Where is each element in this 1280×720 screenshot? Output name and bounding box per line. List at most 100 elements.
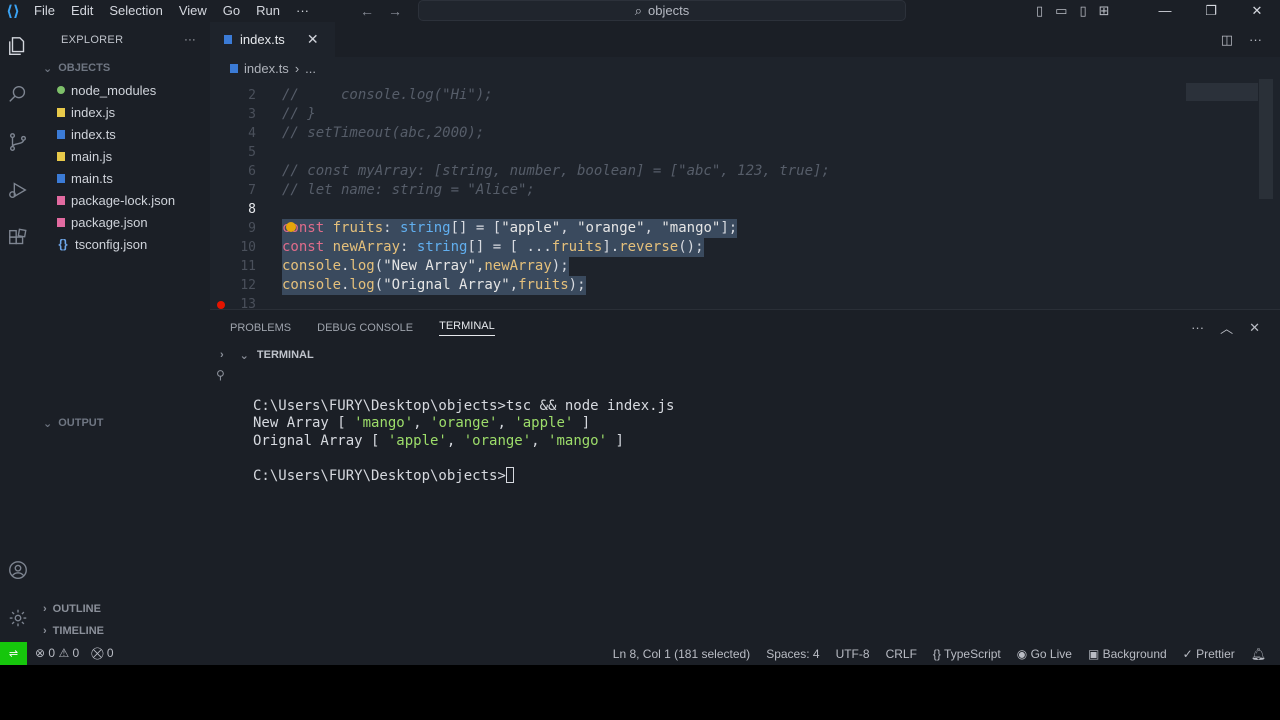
- line-number: 3: [248, 107, 256, 122]
- end-of-line[interactable]: CRLF: [886, 647, 917, 661]
- file-label: main.ts: [71, 170, 113, 186]
- prettier[interactable]: ✓ Prettier: [1183, 647, 1235, 661]
- breadcrumb-file[interactable]: index.ts: [244, 61, 289, 76]
- back-arrow-icon[interactable]: ←: [360, 0, 374, 22]
- toggle-sidebar-icon[interactable]: ▯: [1036, 0, 1043, 22]
- folder-header[interactable]: ⌄ OBJECTS: [35, 57, 210, 79]
- terminal-string: 'orange': [430, 415, 498, 432]
- background-extension[interactable]: ▣ Background: [1088, 647, 1167, 661]
- search-view-icon[interactable]: [0, 70, 35, 118]
- editor-more-icon[interactable]: ···: [1249, 22, 1262, 57]
- file-label: package-lock.json: [71, 192, 176, 208]
- minimize-icon[interactable]: —: [1142, 0, 1188, 22]
- errors-status[interactable]: ⊗ 0 ⚠ 0: [35, 646, 79, 661]
- errors-count: 0: [48, 646, 56, 660]
- terminal-label: TERMINAL: [256, 349, 314, 361]
- file-item[interactable]: {} tsconfig.json: [35, 233, 210, 255]
- toggle-secondary-sidebar-icon[interactable]: ▯: [1079, 0, 1086, 22]
- terminal-new-array-line: New Array [ 'mango', 'orange', 'apple' ]: [253, 415, 591, 432]
- forward-arrow-icon[interactable]: →: [388, 0, 402, 22]
- menu-run[interactable]: Run: [248, 0, 288, 22]
- run-debug-icon[interactable]: [0, 166, 35, 214]
- ts-file-icon: [224, 35, 232, 44]
- breadcrumb-more[interactable]: ...: [305, 61, 316, 76]
- notifications-bell-icon[interactable]: 🔔︎: [1251, 647, 1266, 661]
- terminal-string: 'orange': [463, 432, 532, 449]
- close-window-icon[interactable]: ✕: [1234, 0, 1280, 22]
- timeline-section-header[interactable]: › TIMELINE: [35, 620, 210, 642]
- ts-file-icon: [230, 63, 238, 73]
- close-tab-icon[interactable]: ✕: [307, 31, 319, 48]
- file-item[interactable]: package-lock.json: [35, 189, 210, 211]
- double-check-icon: ✓: [1182, 646, 1193, 661]
- terminal-output[interactable]: C:\Users\FURY\Desktop\objects>tsc && nod…: [253, 398, 674, 485]
- line-number: 12: [240, 278, 256, 293]
- file-item[interactable]: package.json: [35, 211, 210, 233]
- extensions-icon[interactable]: [0, 214, 35, 262]
- lightbulb-icon[interactable]: [286, 222, 296, 232]
- terminal-section-header[interactable]: › ⌄ TERMINAL: [220, 345, 314, 365]
- restore-icon[interactable]: ❐: [1188, 0, 1234, 22]
- menu-edit[interactable]: Edit: [63, 0, 101, 22]
- line-number: 2: [248, 88, 256, 103]
- minimap[interactable]: [1186, 83, 1258, 101]
- terminal-pin-icon[interactable]: ⚲: [216, 368, 225, 382]
- outline-section-header[interactable]: › OUTLINE: [35, 598, 210, 620]
- file-item[interactable]: index.ts: [35, 123, 210, 145]
- terminal-cursor: [505, 467, 514, 484]
- line-number: 11: [240, 259, 256, 274]
- code-line: console.log("Orignal Array",fruits);: [282, 276, 586, 295]
- tab-problems[interactable]: PROBLEMS: [230, 322, 291, 334]
- folder-name: OBJECTS: [58, 62, 111, 74]
- ports-count: 0: [106, 646, 114, 660]
- tab-index-ts[interactable]: index.ts ✕: [210, 22, 335, 57]
- menu-selection[interactable]: Selection: [101, 0, 170, 22]
- maximize-panel-icon[interactable]: ︿: [1220, 318, 1233, 337]
- explorer-icon[interactable]: [0, 22, 35, 70]
- menu-view[interactable]: View: [171, 0, 215, 22]
- ts-file-icon: [57, 173, 65, 183]
- menu-go[interactable]: Go: [215, 0, 248, 22]
- explorer-sidebar: EXPLORER ··· ⌄ OBJECTS node_modules inde…: [35, 22, 210, 642]
- search-icon: ⌕: [634, 2, 643, 18]
- menu-file[interactable]: File: [26, 0, 63, 22]
- go-live[interactable]: ◉ Go Live: [1017, 647, 1072, 661]
- more-actions-icon[interactable]: ···: [184, 34, 196, 46]
- tab-debug-console[interactable]: DEBUG CONSOLE: [317, 322, 413, 334]
- tab-terminal[interactable]: TERMINAL: [439, 320, 495, 336]
- manage-gear-icon[interactable]: [0, 594, 35, 642]
- line-number: 6: [248, 164, 256, 179]
- customize-layout-icon[interactable]: ⊞: [1099, 0, 1110, 22]
- ports-icon: ⛒: [91, 646, 104, 660]
- file-item[interactable]: main.js: [35, 145, 210, 167]
- breadcrumb: index.ts › ...: [210, 57, 1280, 79]
- split-editor-icon[interactable]: ◫: [1221, 22, 1233, 57]
- source-control-icon[interactable]: [0, 118, 35, 166]
- file-item[interactable]: main.ts: [35, 167, 210, 189]
- panel-more-icon[interactable]: ···: [1191, 320, 1204, 335]
- menu-more[interactable]: ···: [288, 0, 317, 22]
- breakpoint-icon[interactable]: [217, 301, 225, 309]
- language-mode[interactable]: {} TypeScript: [933, 647, 1001, 661]
- ports-status[interactable]: ⛒ 0: [91, 646, 113, 661]
- accounts-icon[interactable]: [0, 546, 35, 594]
- cursor-position[interactable]: Ln 8, Col 1 (181 selected): [613, 647, 750, 661]
- code-line: const fruits: string[] = ["apple", "oran…: [282, 219, 738, 238]
- command-center-search[interactable]: ⌕ objects: [418, 0, 906, 21]
- file-label: package.json: [71, 214, 148, 230]
- output-section-header[interactable]: ⌄ OUTPUT: [35, 412, 210, 434]
- toggle-panel-icon[interactable]: ▭: [1055, 0, 1067, 22]
- file-item[interactable]: node_modules: [35, 79, 210, 101]
- editor-scrollbar[interactable]: [1259, 79, 1273, 199]
- code-editor[interactable]: 2 // console.log("Hi"); 3 // } 4 // setTime…: [210, 79, 1280, 309]
- chevron-right-icon: ›: [43, 603, 47, 615]
- close-panel-icon[interactable]: ✕: [1249, 320, 1260, 336]
- encoding[interactable]: UTF-8: [836, 647, 870, 661]
- chevron-down-icon: ⌄: [43, 62, 53, 75]
- remote-indicator-icon[interactable]: ⇌: [0, 642, 27, 665]
- file-item[interactable]: index.js: [35, 101, 210, 123]
- file-label: node_modules: [71, 82, 157, 98]
- indentation[interactable]: Spaces: 4: [766, 647, 819, 661]
- go-live-label: Go Live: [1030, 646, 1072, 661]
- terminal-orig-prefix: Orignal Array [: [253, 432, 388, 449]
